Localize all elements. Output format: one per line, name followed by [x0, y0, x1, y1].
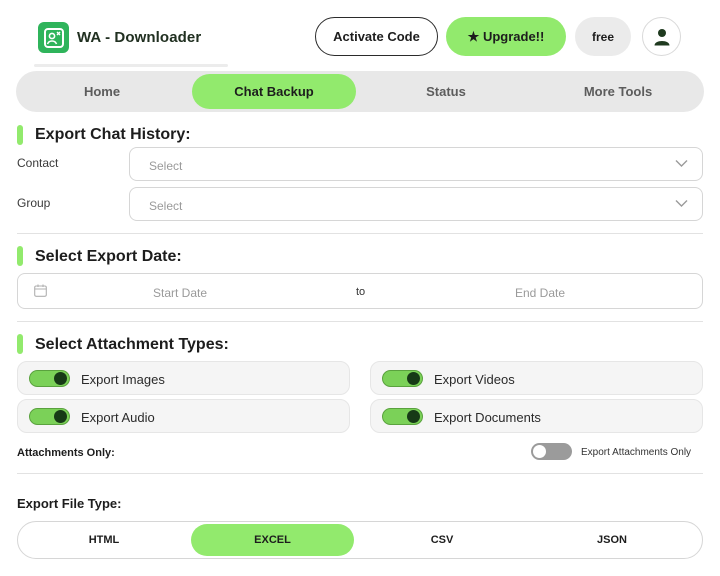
tab-chat-backup[interactable]: Chat Backup	[192, 74, 356, 109]
app-title: WA - Downloader	[77, 29, 202, 46]
upgrade-button[interactable]: ★ Upgrade!!	[446, 17, 566, 56]
section-marker	[17, 246, 23, 266]
contact-label: Contact	[17, 156, 59, 170]
export-attachments-only-label: Export Attachments Only	[581, 447, 692, 458]
end-date-input[interactable]: End Date	[515, 286, 565, 300]
header: WA - Downloader Activate Code ★ Upgrade!…	[0, 0, 720, 70]
start-date-input[interactable]: Start Date	[153, 286, 207, 300]
export-audio-toggle[interactable]	[29, 408, 70, 425]
file-type-selector: HTML EXCEL CSV JSON	[17, 521, 703, 559]
file-type-json[interactable]: JSON	[528, 524, 696, 556]
group-select[interactable]: Select	[129, 187, 703, 221]
export-documents-toggle[interactable]	[382, 408, 423, 425]
file-type-html[interactable]: HTML	[20, 524, 188, 556]
section-marker	[17, 125, 23, 145]
plan-badge-button[interactable]: free	[575, 17, 631, 56]
section-divider	[17, 233, 703, 234]
main-tab-bar: Home Chat Backup Status More Tools	[16, 71, 704, 112]
tab-status[interactable]: Status	[360, 74, 532, 109]
chevron-down-icon	[675, 160, 688, 167]
group-select-value: Select	[149, 199, 183, 213]
export-documents-option: Export Documents	[370, 399, 703, 433]
export-videos-toggle[interactable]	[382, 370, 423, 387]
export-images-toggle[interactable]	[29, 370, 70, 387]
section-marker	[17, 334, 23, 354]
export-videos-option: Export Videos	[370, 361, 703, 395]
section-divider	[17, 473, 703, 474]
contact-select-value: Select	[149, 159, 183, 173]
export-images-option: Export Images	[17, 361, 350, 395]
user-account-button[interactable]	[642, 17, 681, 56]
date-separator: to	[356, 286, 366, 298]
date-range-picker[interactable]: Start Date to End Date	[17, 273, 703, 309]
export-date-title: Select Export Date:	[35, 248, 182, 265]
export-audio-label: Export Audio	[81, 410, 155, 425]
chevron-down-icon	[675, 200, 688, 207]
user-icon	[654, 28, 669, 45]
file-type-excel[interactable]: EXCEL	[191, 524, 354, 556]
contact-select[interactable]: Select	[129, 147, 703, 181]
export-history-title: Export Chat History:	[35, 126, 191, 143]
export-file-type-label: Export File Type:	[17, 496, 122, 511]
export-documents-label: Export Documents	[434, 410, 541, 425]
tab-home[interactable]: Home	[16, 74, 188, 109]
group-label: Group	[17, 196, 51, 210]
section-divider	[17, 321, 703, 322]
calendar-icon	[34, 284, 47, 297]
activate-code-button[interactable]: Activate Code	[315, 17, 438, 56]
attachments-only-label: Attachments Only:	[17, 447, 115, 459]
export-images-label: Export Images	[81, 372, 165, 387]
export-videos-label: Export Videos	[434, 372, 515, 387]
app-logo-icon	[38, 22, 69, 53]
attachment-types-title: Select Attachment Types:	[35, 336, 229, 353]
file-type-csv[interactable]: CSV	[358, 524, 526, 556]
title-divider	[34, 64, 228, 67]
export-audio-option: Export Audio	[17, 399, 350, 433]
tab-more-tools[interactable]: More Tools	[532, 74, 704, 109]
export-attachments-only-toggle[interactable]	[531, 443, 572, 460]
